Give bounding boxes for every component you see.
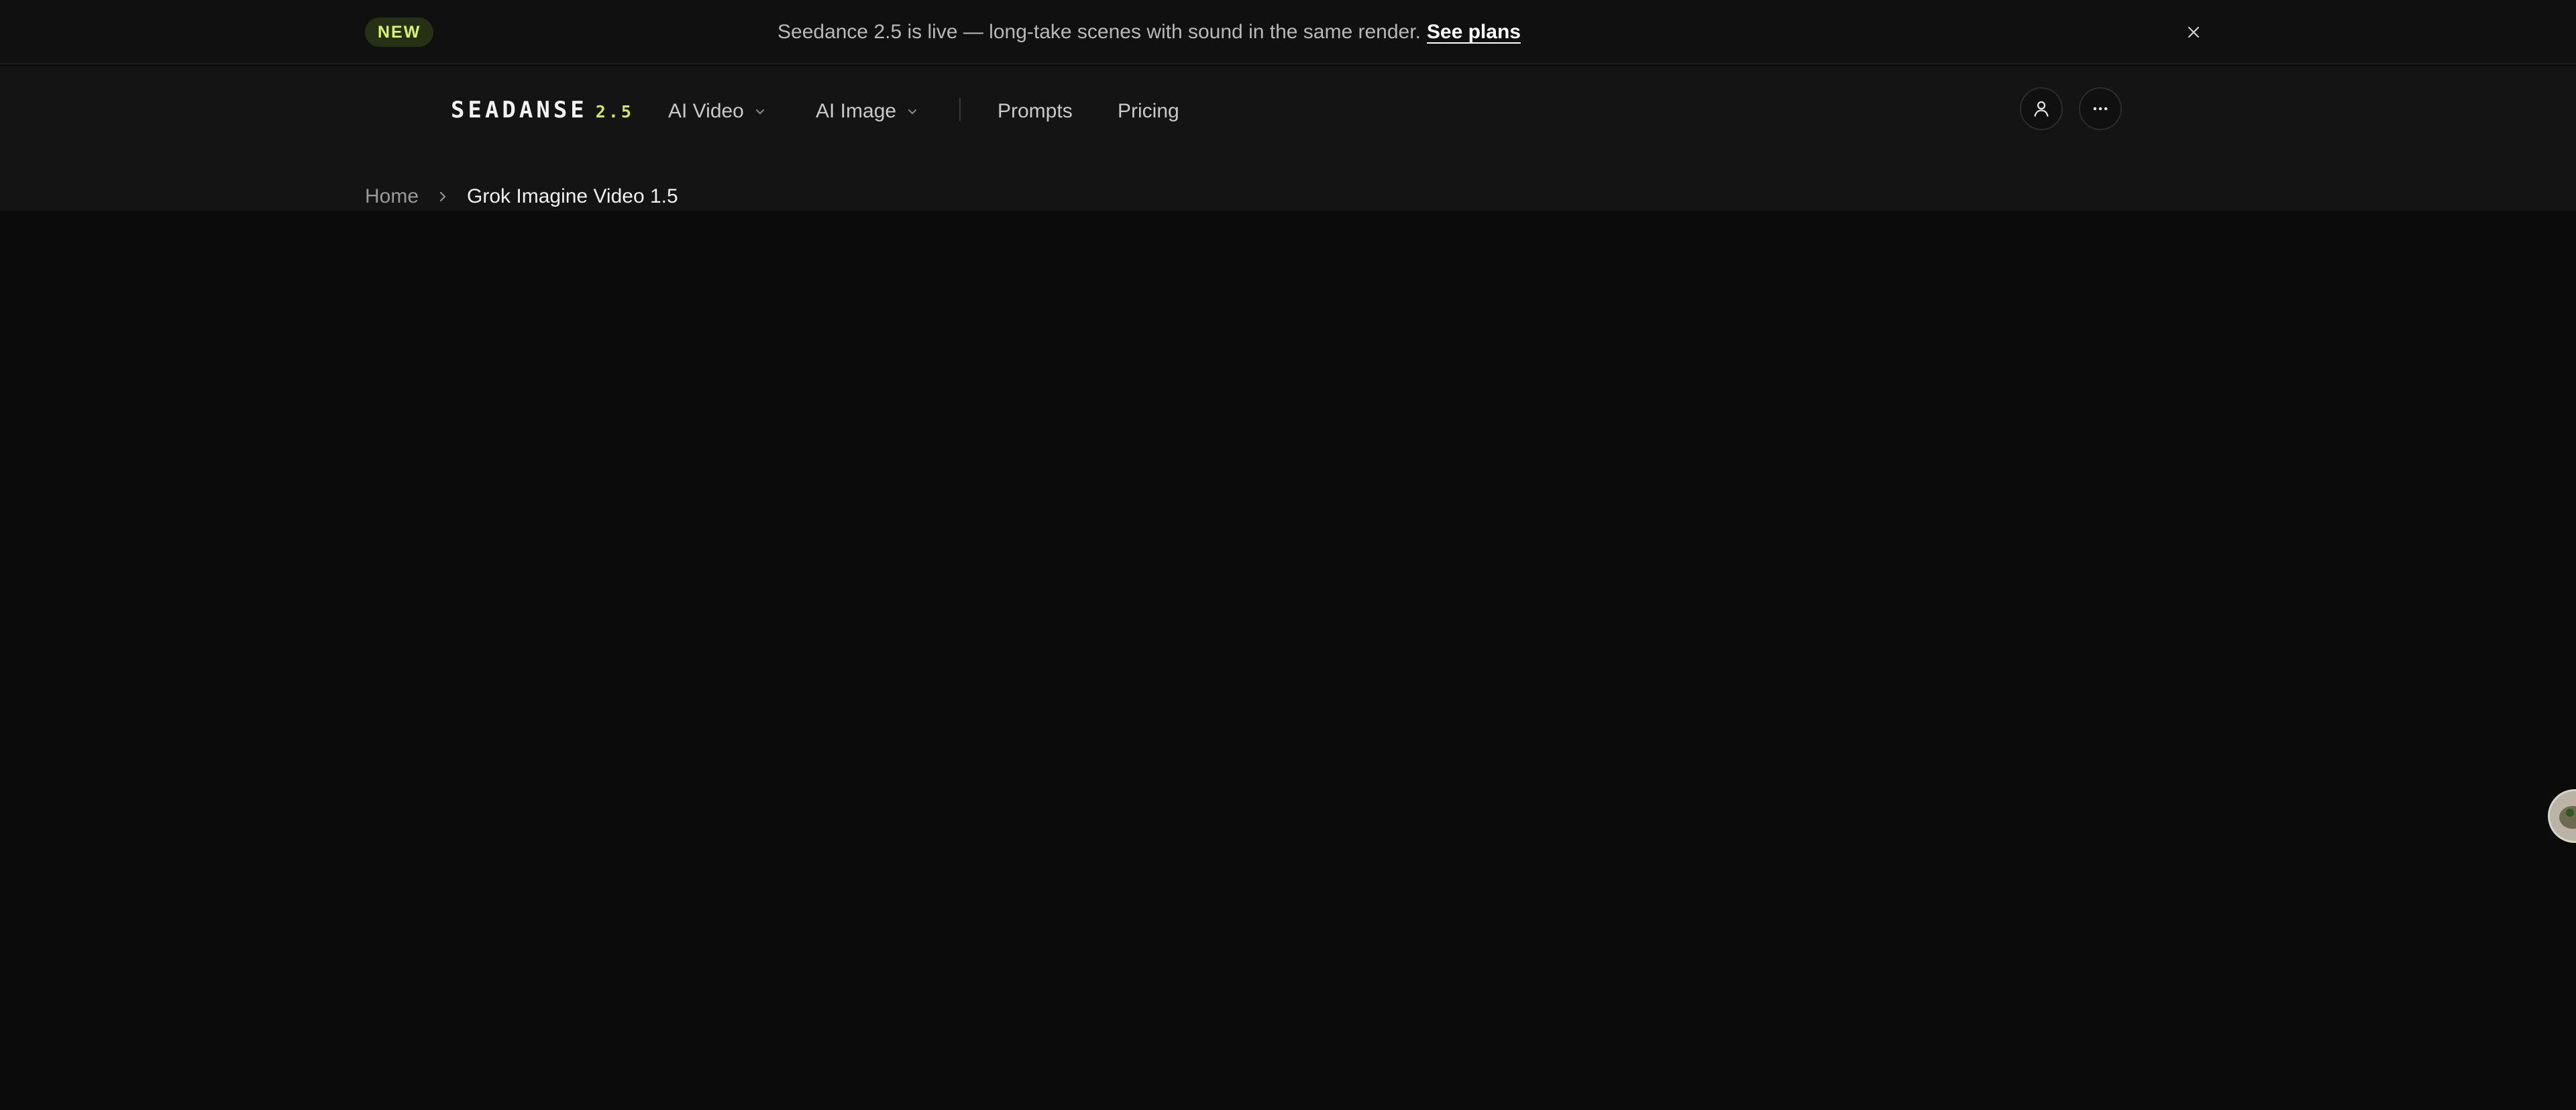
announcement-bar: NEW Seedance 2.5 is live — long-take sce…	[0, 0, 2576, 64]
logo-version: 2.5	[595, 102, 634, 121]
nav-ai-video-label: AI Video	[668, 100, 744, 122]
nav-pricing-label: Pricing	[1118, 100, 1179, 122]
logo[interactable]: SEADANSE 2.5	[451, 97, 634, 130]
nav-ai-image-label: AI Image	[816, 100, 897, 122]
more-menu-button[interactable]	[2079, 87, 2122, 130]
chevron-down-icon	[906, 105, 919, 118]
close-announcement-button[interactable]	[2180, 19, 2207, 46]
new-badge: NEW	[365, 17, 434, 47]
chevron-right-icon	[436, 190, 449, 203]
breadcrumb-home-link[interactable]: Home	[365, 185, 419, 208]
nav-pricing[interactable]: Pricing	[1118, 95, 1179, 128]
announcement-message-row: Seedance 2.5 is live — long-take scenes …	[777, 19, 1521, 46]
nav-prompts-label: Prompts	[998, 100, 1073, 122]
nav-divider	[959, 98, 961, 121]
announcement-text: Seedance 2.5 is live — long-take scenes …	[777, 21, 1421, 43]
floating-assistant-button[interactable]	[2548, 789, 2576, 843]
assistant-avatar-detail	[2566, 809, 2574, 817]
chevron-down-icon	[753, 105, 767, 118]
nav-prompts[interactable]: Prompts	[998, 95, 1073, 128]
more-dots-icon	[2093, 107, 2108, 111]
nav-ai-video[interactable]: AI Video	[668, 95, 767, 128]
logo-wordmark: SEADANSE	[451, 97, 588, 123]
page: NEW Seedance 2.5 is live — long-take sce…	[0, 0, 2576, 1110]
user-icon	[2034, 101, 2049, 117]
close-icon	[2188, 26, 2200, 38]
see-plans-link[interactable]: See plans	[1427, 21, 1521, 44]
breadcrumb-current: Grok Imagine Video 1.5	[467, 185, 678, 207]
nav-ai-image[interactable]: AI Image	[816, 95, 919, 128]
breadcrumb: Home Grok Imagine Video 1.5	[365, 181, 678, 212]
account-button[interactable]	[2020, 87, 2063, 130]
